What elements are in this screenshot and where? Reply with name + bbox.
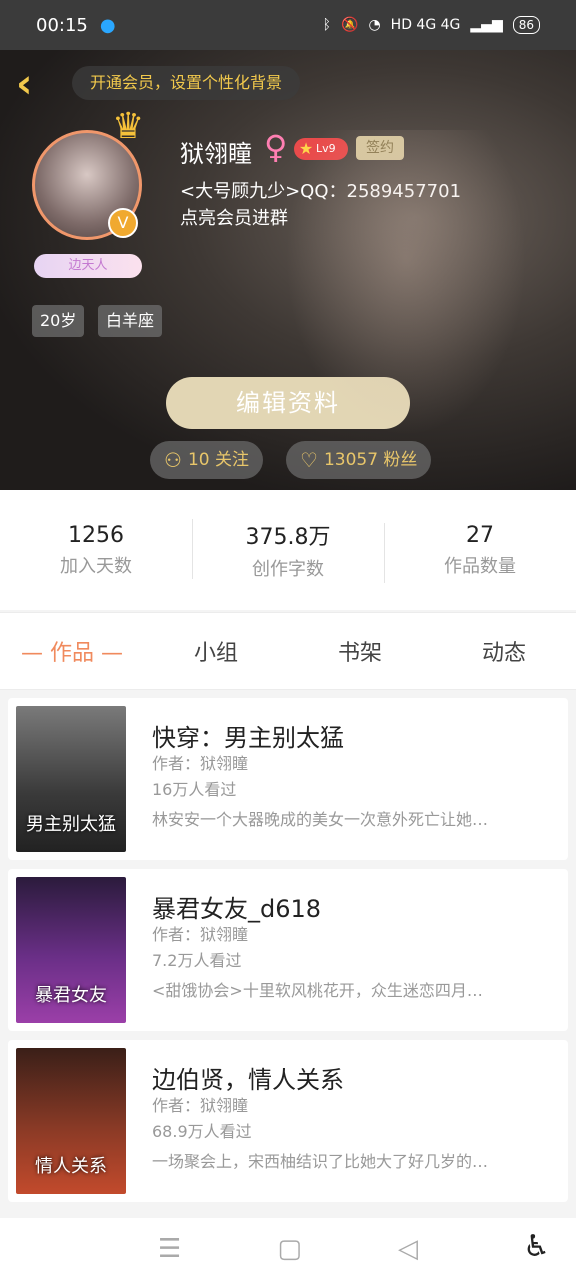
cover-title: 情人关系	[35, 1156, 107, 1177]
book-title: 边伯贤，情人关系	[152, 1066, 344, 1094]
tab-bookshelf[interactable]: 书架	[288, 635, 432, 667]
followers-label: 13057 粉丝	[323, 450, 418, 470]
book-description: 林安安一个大器晚成的美女一次意外死亡让她…	[152, 810, 489, 829]
book-card[interactable]: 情人关系 边伯贤，情人关系 作者：狱翎瞳 68.9万人看过 一场聚会上，宋西柚结…	[8, 1040, 568, 1202]
zodiac-tag: 白羊座	[98, 305, 163, 337]
book-cover[interactable]: 暴君女友	[16, 877, 126, 1023]
tab-groups[interactable]: 小组	[144, 635, 288, 667]
stat-works-count: 27 作品数量	[384, 522, 576, 583]
age-tag: 20岁	[32, 305, 85, 337]
stat-join-days: 1256 加入天数	[0, 523, 192, 578]
book-title: 暴君女友_d618	[152, 895, 322, 923]
home-icon[interactable]: ▢	[277, 1234, 302, 1264]
book-list: 男主别太猛 快穿：男主别太猛 作者：狱翎瞳 16万人看过 林安安一个大器晚成的美…	[0, 690, 576, 1218]
female-icon: ♀	[264, 128, 288, 166]
mute-icon: 🔕	[341, 17, 359, 33]
profile-header: ‹ 开通会员，设置个性化背景 ♛ V 边天人 狱翎瞳 ♀ Lv9 签约 <大号顾…	[0, 50, 576, 490]
bluetooth-icon: ᛒ	[322, 17, 332, 33]
stat-value: 375.8万	[245, 525, 331, 550]
crown-icon: ♛	[112, 106, 145, 147]
book-card[interactable]: 暴君女友 暴君女友_d618 作者：狱翎瞳 7.2万人看过 <甜饿协会>十里软风…	[8, 869, 568, 1031]
book-title: 快穿：男主别太猛	[152, 724, 344, 752]
book-views: 68.9万人看过	[152, 1122, 252, 1141]
stat-label: 创作字数	[252, 559, 324, 580]
heart-icon: ♡	[300, 448, 318, 472]
back-icon[interactable]: ◁	[398, 1234, 418, 1264]
book-author: 作者：狱翎瞳	[152, 925, 249, 944]
level-badge: Lv9	[294, 138, 348, 160]
stat-label: 加入天数	[60, 555, 132, 577]
book-card[interactable]: 男主别太猛 快穿：男主别太猛 作者：狱翎瞳 16万人看过 林安安一个大器晚成的美…	[8, 698, 568, 860]
following-label: 10 关注	[187, 450, 249, 470]
following-button[interactable]: ⚇ 10 关注	[150, 441, 263, 479]
bio-line: <大号顾九少>QQ：2589457701	[180, 181, 462, 202]
tab-works[interactable]: — 作品 —	[0, 635, 144, 667]
accessibility-icon[interactable]: ♿	[523, 1229, 550, 1264]
signal-icon: ▂▄▆	[470, 17, 503, 33]
qq-icon: ●	[99, 14, 116, 36]
stat-word-count: 375.8万 创作字数	[192, 519, 384, 581]
cover-title: 男主别太猛	[26, 814, 116, 835]
profile-tabs: — 作品 — 小组 书架 动态	[0, 612, 576, 690]
back-button[interactable]: ‹	[16, 64, 56, 104]
followers-button[interactable]: ♡ 13057 粉丝	[286, 441, 432, 479]
signed-badge: 签约	[356, 136, 404, 160]
cover-title: 暴君女友	[35, 985, 107, 1006]
battery-indicator: 86	[512, 16, 540, 34]
network-label: HD 4G 4G	[390, 17, 461, 33]
book-views: 7.2万人看过	[152, 951, 242, 970]
book-description: 一场聚会上，宋西柚结识了比她大了好几岁的…	[152, 1152, 489, 1171]
wifi-icon: ◔	[368, 17, 381, 33]
stat-label: 作品数量	[444, 555, 516, 577]
user-name: 狱翎瞳	[180, 140, 252, 168]
book-author: 作者：狱翎瞳	[152, 1096, 249, 1115]
system-nav-bar: ☰ ▢ ◁	[0, 1218, 576, 1280]
status-time: 00:15	[36, 14, 88, 36]
book-author: 作者：狱翎瞳	[152, 754, 249, 773]
chevron-left-icon: ‹	[16, 61, 33, 107]
verified-icon: V	[108, 208, 138, 238]
add-user-icon: ⚇	[164, 448, 182, 472]
menu-icon[interactable]: ☰	[158, 1234, 181, 1264]
book-cover[interactable]: 男主别太猛	[16, 706, 126, 852]
book-views: 16万人看过	[152, 780, 237, 799]
stats-bar: 1256 加入天数 375.8万 创作字数 27 作品数量	[0, 490, 576, 610]
tab-activity[interactable]: 动态	[432, 635, 576, 667]
stat-value: 27	[466, 522, 494, 548]
book-description: <甜饿协会>十里软风桃花开，众生迷恋四月…	[152, 981, 483, 1000]
title-badge: 边天人	[34, 254, 142, 278]
stat-value: 1256	[68, 522, 124, 548]
status-bar: 00:15 ● ᛒ 🔕 ◔ HD 4G 4G ▂▄▆ 86	[0, 0, 576, 50]
edit-profile-button[interactable]: 编辑资料	[166, 377, 410, 429]
book-cover[interactable]: 情人关系	[16, 1048, 126, 1194]
vip-banner[interactable]: 开通会员，设置个性化背景	[72, 66, 301, 100]
bio-line: 点亮会员进群	[180, 208, 288, 229]
bio: <大号顾九少>QQ：2589457701 点亮会员进群	[180, 178, 540, 232]
